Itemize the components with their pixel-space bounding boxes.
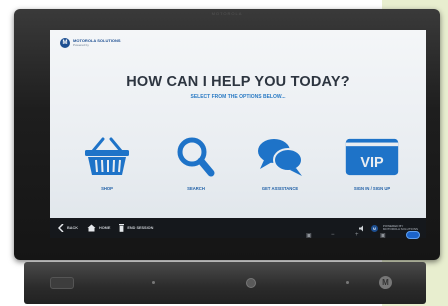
trash-icon xyxy=(119,224,125,232)
logo-text: MOTOROLA SOLUTIONS Powered by xyxy=(73,39,121,48)
motorola-base-logo-icon: M xyxy=(379,276,392,289)
card-reader-slot xyxy=(50,277,74,289)
power-button[interactable] xyxy=(406,231,420,239)
home-label: HOME xyxy=(98,226,111,230)
back-arrow-icon xyxy=(58,224,64,232)
base-indicator-dot xyxy=(346,281,349,284)
hw-minus-button[interactable]: − xyxy=(331,232,335,238)
sign-in-sign-up-button[interactable]: VIP SIGN IN / SIGN UP xyxy=(342,135,402,195)
vip-badge-text: VIP xyxy=(360,155,384,171)
hw-menu-button[interactable]: ▣ xyxy=(306,232,312,239)
home-icon xyxy=(87,224,96,232)
logo-line2: Powered by xyxy=(73,43,89,47)
sign-in-sign-up-label: SIGN IN / SIGN UP xyxy=(353,186,391,191)
brand-logo: M MOTOROLA SOLUTIONS Powered by xyxy=(60,38,121,48)
device-base: M xyxy=(24,262,426,304)
volume-icon[interactable] xyxy=(358,225,366,232)
get-assistance-label: GET ASSISTANCE xyxy=(261,186,299,191)
page-subtitle: SELECT FROM THE OPTIONS BELOW... xyxy=(190,94,286,100)
get-assistance-button[interactable]: GET ASSISTANCE xyxy=(250,135,310,195)
base-center-button[interactable] xyxy=(246,278,256,288)
search-button[interactable]: SEARCH xyxy=(166,135,226,195)
vip-card-icon: VIP xyxy=(344,135,400,179)
shop-label: SHOP xyxy=(101,186,113,191)
shopping-basket-icon xyxy=(79,135,135,179)
end-session-label: END SESSION xyxy=(127,226,154,230)
page-title: HOW CAN I HELP YOU TODAY? xyxy=(126,74,350,90)
home-button[interactable]: HOME xyxy=(87,224,110,232)
back-button[interactable]: BACK xyxy=(58,224,78,232)
kiosk-screen: M MOTOROLA SOLUTIONS Powered by HOW CAN … xyxy=(50,30,426,238)
search-label: SEARCH xyxy=(187,186,205,191)
hw-settings-button[interactable]: ▣ xyxy=(380,232,386,239)
hw-plus-button[interactable]: + xyxy=(355,232,359,238)
magnifier-icon xyxy=(168,135,224,179)
tablet-bezel: MOTOROLA M MOTOROLA SOLUTIONS Powered by… xyxy=(14,9,440,260)
back-label: BACK xyxy=(67,226,78,230)
bezel-brand: MOTOROLA xyxy=(211,11,243,16)
motorola-mini-logo-icon: M xyxy=(370,224,378,232)
motorola-logo-icon: M xyxy=(60,38,70,48)
base-indicator-dot xyxy=(152,281,155,284)
end-session-button[interactable]: END SESSION xyxy=(119,224,153,232)
shop-button[interactable]: SHOP xyxy=(77,135,137,195)
chat-bubbles-icon xyxy=(252,135,308,179)
hardware-controls: ▣ − + ▣ xyxy=(0,232,448,244)
